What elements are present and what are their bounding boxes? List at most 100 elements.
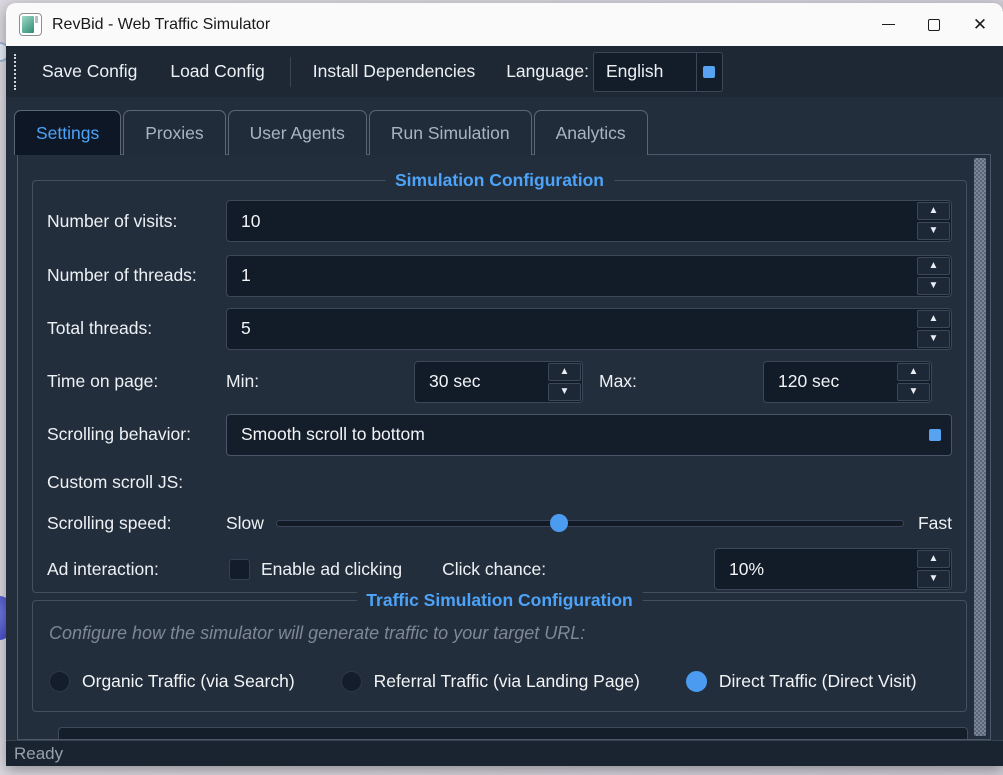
window-title: RevBid - Web Traffic Simulator xyxy=(52,16,865,34)
spinner-down-icon: ▼ xyxy=(909,387,919,397)
radio-referral-traffic[interactable]: Referral Traffic (via Landing Page) xyxy=(341,671,640,692)
title-bar: RevBid - Web Traffic Simulator ✕ xyxy=(6,3,1003,46)
language-select-button[interactable] xyxy=(696,53,722,91)
time-min-spinbox[interactable]: 30 sec ▲ ▼ xyxy=(414,361,583,403)
scrolling-behavior-value: Smooth scroll to bottom xyxy=(227,424,929,445)
settings-panel: Simulation Configuration Number of visit… xyxy=(17,154,991,740)
time-min-spin-up-button[interactable]: ▲ xyxy=(548,363,581,381)
time-min-value[interactable]: 30 sec xyxy=(415,362,547,402)
scrolling-speed-label: Scrolling speed: xyxy=(47,513,226,534)
visits-spin-down-button[interactable]: ▼ xyxy=(917,222,950,240)
spinner-down-icon: ▼ xyxy=(929,226,939,236)
radio-icon[interactable] xyxy=(341,671,362,692)
tab-user-agents[interactable]: User Agents xyxy=(228,110,367,155)
total-threads-spin-up-button[interactable]: ▲ xyxy=(917,310,950,328)
visits-spinbox[interactable]: 10 ▲ ▼ xyxy=(226,200,952,242)
time-max-spin-down-button[interactable]: ▼ xyxy=(897,383,930,401)
threads-value[interactable]: 1 xyxy=(227,256,916,296)
threads-spin-up-button[interactable]: ▲ xyxy=(917,257,950,275)
radio-organic-traffic[interactable]: Organic Traffic (via Search) xyxy=(49,671,295,692)
language-select[interactable]: English xyxy=(593,52,723,92)
vertical-scrollbar[interactable] xyxy=(974,158,986,736)
radio-direct-traffic[interactable]: Direct Traffic (Direct Visit) xyxy=(686,671,917,692)
spinner-down-icon: ▼ xyxy=(929,334,939,344)
minimize-button[interactable] xyxy=(865,3,911,46)
scrolling-behavior-label: Scrolling behavior: xyxy=(47,424,226,445)
toolbar-gripper xyxy=(14,54,16,90)
maximize-icon xyxy=(928,19,940,31)
language-select-value: English xyxy=(594,61,696,82)
ad-interaction-row: Ad interaction: Enable ad clicking Click… xyxy=(33,543,966,595)
time-max-value[interactable]: 120 sec xyxy=(764,362,896,402)
click-chance-spin-up-button[interactable]: ▲ xyxy=(917,550,950,568)
threads-spinbox[interactable]: 1 ▲ ▼ xyxy=(226,255,952,297)
install-dependencies-button[interactable]: Install Dependencies xyxy=(303,55,485,88)
time-on-page-label: Time on page: xyxy=(47,371,226,392)
scrolling-speed-slider[interactable] xyxy=(276,520,904,527)
threads-label: Number of threads: xyxy=(47,265,226,286)
status-text: Ready xyxy=(6,744,63,764)
time-on-page-row: Time on page: Min: 30 sec ▲ ▼ Max: 120 s… xyxy=(33,355,966,408)
click-chance-spin-down-button[interactable]: ▼ xyxy=(917,570,950,588)
spinner-down-icon: ▼ xyxy=(929,281,939,291)
tab-proxies[interactable]: Proxies xyxy=(123,110,225,155)
status-bar: Ready xyxy=(6,740,1003,766)
time-max-spin-up-button[interactable]: ▲ xyxy=(897,363,930,381)
click-chance-label: Click chance: xyxy=(442,559,546,580)
radio-organic-traffic-label: Organic Traffic (via Search) xyxy=(82,671,295,692)
scrolling-speed-row: Scrolling speed: Slow Fast xyxy=(33,503,966,543)
visits-row: Number of visits: 10 ▲ ▼ xyxy=(33,193,966,249)
visits-value[interactable]: 10 xyxy=(227,201,916,241)
tab-analytics[interactable]: Analytics xyxy=(534,110,648,155)
slider-min-label: Slow xyxy=(226,513,264,534)
traffic-configuration-group: Traffic Simulation Configuration Configu… xyxy=(32,600,967,712)
total-threads-value[interactable]: 5 xyxy=(227,309,916,349)
total-threads-label: Total threads: xyxy=(47,318,226,339)
partially-visible-input[interactable] xyxy=(58,727,968,740)
total-threads-spin-down-button[interactable]: ▼ xyxy=(917,330,950,348)
scrolling-behavior-select[interactable]: Smooth scroll to bottom xyxy=(226,414,952,456)
custom-scroll-js-label: Custom scroll JS: xyxy=(47,472,226,493)
threads-row: Number of threads: 1 ▲ ▼ xyxy=(33,249,966,302)
tab-settings[interactable]: Settings xyxy=(14,110,121,155)
time-max-label: Max: xyxy=(599,371,763,392)
traffic-configuration-title: Traffic Simulation Configuration xyxy=(356,590,642,611)
app-icon xyxy=(19,13,42,36)
app-window: RevBid - Web Traffic Simulator ✕ Save Co… xyxy=(6,3,1003,766)
spinner-up-icon: ▲ xyxy=(909,367,919,377)
radio-icon[interactable] xyxy=(49,671,70,692)
maximize-button[interactable] xyxy=(911,3,957,46)
time-max-spinbox[interactable]: 120 sec ▲ ▼ xyxy=(763,361,932,403)
spinner-down-icon: ▼ xyxy=(560,387,570,397)
spinner-up-icon: ▲ xyxy=(929,314,939,324)
spinner-down-icon: ▼ xyxy=(929,574,939,584)
spinner-up-icon: ▲ xyxy=(560,367,570,377)
close-button[interactable]: ✕ xyxy=(957,3,1003,46)
visits-label: Number of visits: xyxy=(47,211,226,232)
radio-direct-traffic-label: Direct Traffic (Direct Visit) xyxy=(719,671,917,692)
app-icon-pane xyxy=(22,16,34,33)
click-chance-spinbox[interactable]: 10% ▲ ▼ xyxy=(714,548,952,590)
total-threads-spinbox[interactable]: 5 ▲ ▼ xyxy=(226,308,952,350)
total-threads-row: Total threads: 5 ▲ ▼ xyxy=(33,302,966,355)
radio-icon[interactable] xyxy=(686,671,707,692)
click-chance-value[interactable]: 10% xyxy=(715,549,916,589)
toolbar: Save Config Load Config Install Dependen… xyxy=(6,46,1003,97)
load-config-button[interactable]: Load Config xyxy=(160,55,274,88)
app-icon-notch xyxy=(35,16,38,23)
scrolling-behavior-row: Scrolling behavior: Smooth scroll to bot… xyxy=(33,408,966,461)
dropdown-indicator-icon xyxy=(929,429,941,441)
threads-spin-down-button[interactable]: ▼ xyxy=(917,277,950,295)
scrolling-speed-slider-handle[interactable] xyxy=(550,514,568,532)
tab-run-simulation[interactable]: Run Simulation xyxy=(369,110,532,155)
enable-ad-clicking-checkbox[interactable] xyxy=(229,559,250,580)
spinner-up-icon: ▲ xyxy=(929,554,939,564)
visits-spin-up-button[interactable]: ▲ xyxy=(917,202,950,220)
custom-scroll-js-row: Custom scroll JS: xyxy=(33,461,966,503)
traffic-type-options: Organic Traffic (via Search) Referral Tr… xyxy=(49,671,917,692)
toolbar-separator xyxy=(290,57,291,87)
language-label: Language: xyxy=(506,61,589,82)
time-min-spin-down-button[interactable]: ▼ xyxy=(548,383,581,401)
scrollbar-thumb[interactable] xyxy=(974,158,986,736)
save-config-button[interactable]: Save Config xyxy=(32,55,147,88)
